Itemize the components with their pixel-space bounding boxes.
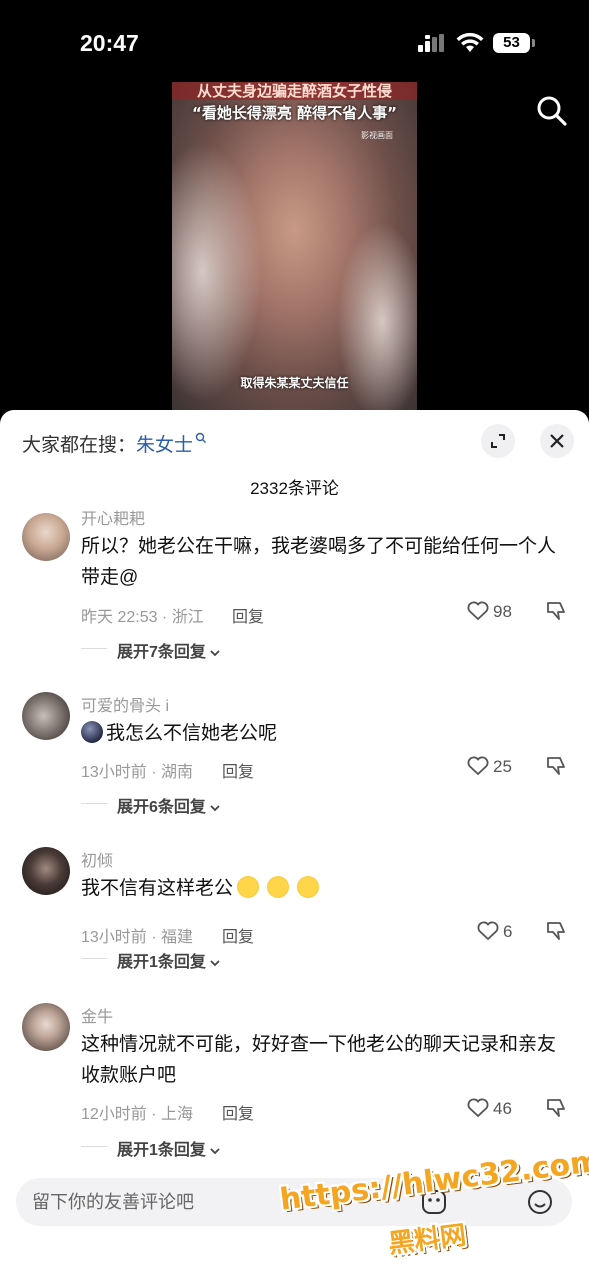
chevron-down-icon	[210, 650, 220, 657]
comment-item: 开心耙耙 所以？她老公在干嘛，我老婆喝多了不可能给任何一个人带走@ 昨天 22:…	[0, 505, 589, 670]
cellular-signal-icon	[418, 34, 444, 52]
avatar[interactable]	[22, 847, 70, 895]
trending-prefix: 大家都在搜：	[22, 435, 137, 456]
chevron-down-icon	[210, 805, 220, 812]
like-count: 6	[503, 922, 513, 941]
trending-term-link[interactable]: 朱女士	[136, 435, 193, 456]
comment-username[interactable]: 初倾	[81, 847, 113, 871]
wifi-icon	[456, 32, 484, 52]
expand-icon	[491, 434, 505, 448]
comment-text: 我怎么不信她老公呢	[81, 718, 571, 749]
heart-icon[interactable]	[467, 756, 489, 776]
like-count: 98	[493, 602, 512, 621]
divider	[81, 803, 107, 804]
comment-meta: 昨天 22:53 · 浙江	[81, 609, 204, 626]
comment-text: 这种情况就不可能，好好查一下他老公的聊天记录和亲友收款账户吧	[81, 1034, 557, 1086]
reply-button[interactable]: 回复	[222, 1100, 254, 1124]
dislike-icon[interactable]	[545, 600, 567, 622]
close-button[interactable]	[540, 424, 574, 458]
video-subtitle: “看她长得漂亮 醉得不省人事”	[192, 104, 397, 122]
comment-meta: 13小时前 · 湖南	[81, 764, 194, 781]
dislike-icon[interactable]	[545, 755, 567, 777]
comment-body: 我不信有这样老公	[81, 878, 234, 899]
expand-replies-label: 展开1条回复	[117, 954, 206, 971]
divider	[81, 1146, 107, 1147]
comment-text: 所以？她老公在干嘛，我老婆喝多了不可能给任何一个人带走@	[81, 536, 557, 588]
heart-icon[interactable]	[467, 601, 489, 621]
reply-button[interactable]: 回复	[222, 758, 254, 782]
laughing-crying-emoji-icon	[297, 876, 320, 898]
dislike-icon[interactable]	[545, 1097, 567, 1119]
search-icon[interactable]	[536, 95, 568, 127]
expand-replies-button[interactable]: 展开7条回复	[117, 638, 220, 662]
comment-text: 我不信有这样老公	[81, 873, 571, 904]
divider	[81, 958, 107, 959]
expand-replies-label: 展开6条回复	[117, 799, 206, 816]
ghost-emoji-icon	[81, 721, 103, 743]
video-caption: 取得朱某某丈夫信任	[240, 376, 349, 390]
divider	[81, 648, 107, 649]
video-thumbnail[interactable]: 从丈夫身边骗走醉酒女子性侵 “看她长得漂亮 醉得不省人事” 影视画面 取得朱某某…	[172, 82, 417, 412]
like-count: 46	[493, 1099, 512, 1118]
chevron-down-icon	[210, 960, 220, 967]
comment-meta: 13小时前 · 福建	[81, 929, 194, 946]
chevron-down-icon	[210, 1148, 220, 1155]
trending-search[interactable]: 大家都在搜：朱女士	[22, 430, 207, 457]
video-title: 从丈夫身边骗走醉酒女子性侵	[172, 82, 417, 100]
reply-button[interactable]: 回复	[222, 923, 254, 947]
smiley-icon[interactable]	[526, 1188, 554, 1216]
like-count: 25	[493, 757, 512, 776]
comment-item: 可爱的骨头 i 我怎么不信她老公呢 13小时前 · 湖南 回复 25 展开6条回…	[0, 692, 589, 822]
laughing-crying-emoji-icon	[237, 876, 260, 898]
reply-button[interactable]: 回复	[232, 603, 264, 627]
expand-replies-button[interactable]: 展开6条回复	[117, 793, 220, 817]
comment-sheet: 大家都在搜：朱女士 2332条评论 开心耙耙 所以？她老公在干嘛，我老婆喝多了不…	[0, 410, 589, 1280]
comment-username[interactable]: 可爱的骨头 i	[81, 692, 169, 716]
video-tag: 影视画面	[361, 131, 393, 140]
comment-item: 金牛 这种情况就不可能，好好查一下他老公的聊天记录和亲友收款账户吧 12小时前 …	[0, 1003, 589, 1163]
close-icon	[550, 434, 564, 448]
avatar[interactable]	[22, 692, 70, 740]
comment-username[interactable]: 开心耙耙	[81, 505, 145, 529]
laughing-crying-emoji-icon	[267, 876, 290, 898]
small-search-icon	[195, 432, 207, 443]
battery-icon: 53	[493, 33, 535, 53]
expand-replies-button[interactable]: 展开1条回复	[117, 948, 220, 972]
expand-replies-label: 展开7条回复	[117, 644, 206, 661]
status-time: 20:47	[80, 30, 139, 56]
expand-replies-button[interactable]: 展开1条回复	[117, 1136, 220, 1160]
comment-meta: 12小时前 · 上海	[81, 1106, 194, 1123]
avatar[interactable]	[22, 513, 70, 561]
battery-level: 53	[493, 33, 530, 53]
avatar[interactable]	[22, 1003, 70, 1051]
expand-replies-label: 展开1条回复	[117, 1142, 206, 1159]
status-bar: 20:47 53	[0, 0, 589, 80]
heart-icon[interactable]	[477, 921, 499, 941]
dislike-icon[interactable]	[545, 920, 567, 942]
comment-username[interactable]: 金牛	[81, 1003, 113, 1027]
comment-item: 初倾 我不信有这样老公 13小时前 · 福建 回复 6 展开1条回复	[0, 847, 589, 977]
comment-body: 我怎么不信她老公呢	[106, 723, 278, 744]
expand-button[interactable]	[481, 424, 515, 458]
heart-icon[interactable]	[467, 1098, 489, 1118]
comment-count: 2332条评论	[250, 479, 339, 498]
